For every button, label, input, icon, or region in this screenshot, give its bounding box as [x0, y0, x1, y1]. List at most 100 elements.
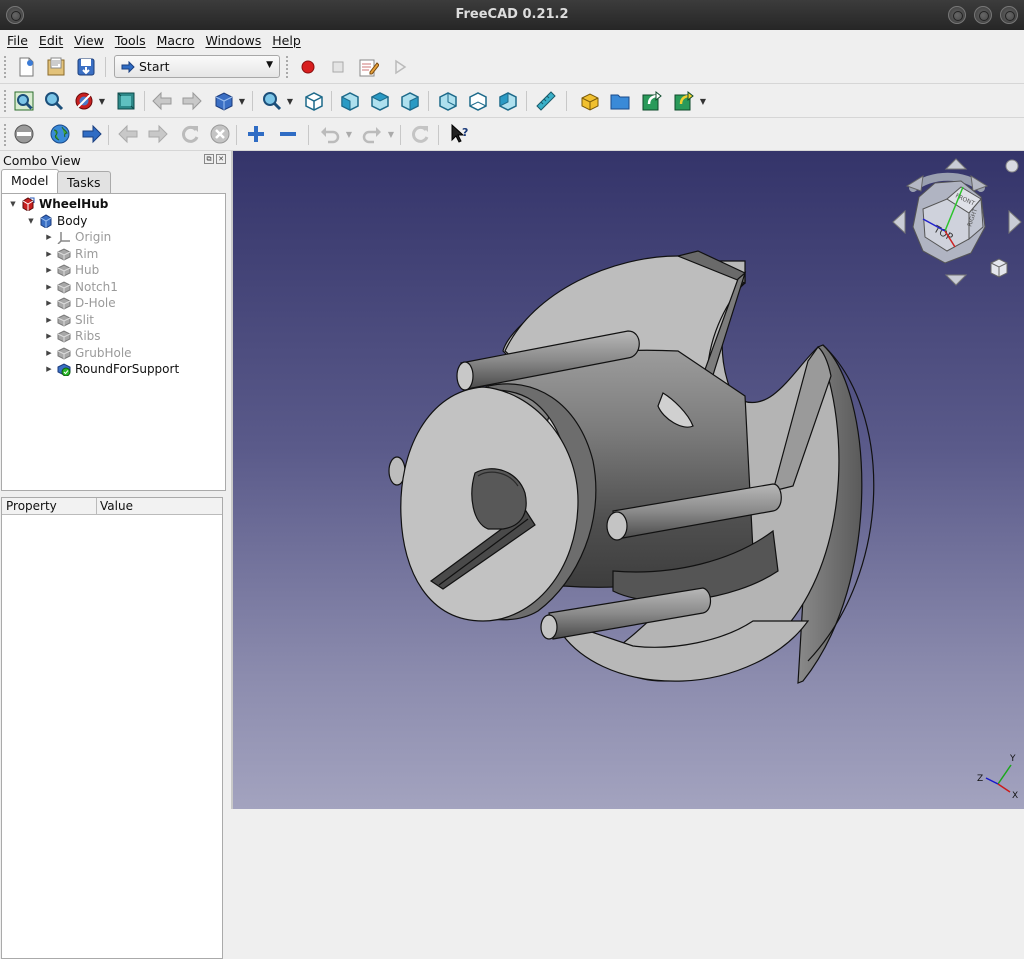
tree-item-notch1[interactable]: ▶ Notch1	[44, 279, 118, 295]
minimize-button[interactable]	[948, 6, 966, 24]
arrow-right-icon[interactable]	[146, 122, 170, 146]
view-left-icon[interactable]	[496, 89, 520, 113]
workbench-selector[interactable]: Start ▼	[114, 55, 280, 78]
create-link-icon[interactable]	[640, 89, 664, 113]
tree-item-roundforsupport[interactable]: ▶ RoundForSupport	[44, 361, 179, 377]
zoom-in-icon[interactable]	[244, 122, 268, 146]
view-front-icon[interactable]	[338, 89, 362, 113]
macro-record-icon[interactable]	[296, 55, 320, 79]
arrow-left-icon[interactable]	[116, 122, 140, 146]
chevron-down-icon[interactable]: ▼	[286, 89, 294, 113]
tab-tasks[interactable]: Tasks	[57, 171, 111, 193]
bounding-box-icon[interactable]	[114, 89, 138, 113]
expand-arrow-icon[interactable]: ▶	[44, 332, 54, 340]
create-part-icon[interactable]	[578, 89, 602, 113]
expand-arrow-icon[interactable]: ▶	[44, 283, 54, 291]
arrow-left-icon[interactable]	[150, 89, 174, 113]
zoom-icon[interactable]	[260, 89, 284, 113]
tree-item-origin[interactable]: ▶ Origin	[44, 229, 111, 245]
expand-arrow-icon[interactable]: ▶	[44, 299, 54, 307]
tree-item-label: Notch1	[75, 279, 118, 294]
create-group-icon[interactable]	[608, 89, 632, 113]
zoom-out-icon[interactable]	[276, 122, 300, 146]
chevron-down-icon[interactable]: ▼	[387, 122, 395, 146]
sync-view-icon[interactable]	[212, 89, 236, 113]
chevron-down-icon[interactable]: ▼	[98, 89, 106, 113]
tree-item-hub[interactable]: ▶ Hub	[44, 262, 99, 278]
tab-model[interactable]: Model	[1, 169, 59, 193]
feature-icon	[57, 247, 71, 261]
expand-arrow-icon[interactable]: ▶	[44, 365, 54, 373]
stop-icon[interactable]	[208, 122, 232, 146]
collapse-arrow-icon[interactable]: ▼	[8, 200, 18, 208]
float-panel-icon[interactable]: ⧉	[204, 154, 214, 164]
view-isometric-icon[interactable]	[302, 89, 326, 113]
tree-item-slit[interactable]: ▶ Slit	[44, 312, 94, 328]
save-document-icon[interactable]	[74, 55, 98, 79]
link-actions-icon[interactable]	[672, 89, 696, 113]
macro-execute-icon[interactable]	[388, 55, 412, 79]
expand-arrow-icon[interactable]: ▶	[44, 233, 54, 241]
menu-tools[interactable]: Tools	[111, 33, 150, 48]
globe-icon[interactable]	[48, 122, 72, 146]
tree-item-rim[interactable]: ▶ Rim	[44, 246, 98, 262]
refresh-icon[interactable]	[178, 122, 202, 146]
measure-distance-icon[interactable]	[534, 89, 558, 113]
fit-selection-icon[interactable]	[42, 89, 66, 113]
close-panel-icon[interactable]: ✕	[216, 154, 226, 164]
menu-windows[interactable]: Windows	[201, 33, 265, 48]
view-bottom-icon[interactable]	[466, 89, 490, 113]
macro-stop-icon[interactable]	[326, 55, 350, 79]
property-column-header[interactable]: Property	[6, 499, 57, 513]
tree-item-grubhole[interactable]: ▶ GrubHole	[44, 345, 132, 361]
toolbar-grip[interactable]	[4, 90, 7, 112]
expand-arrow-icon[interactable]: ▶	[44, 316, 54, 324]
draw-style-icon[interactable]	[72, 89, 96, 113]
navigation-cube[interactable]: TOP FRONT RIGHT	[892, 158, 1022, 286]
fit-all-icon[interactable]	[12, 89, 36, 113]
redo-icon[interactable]	[360, 122, 384, 146]
open-website-icon[interactable]	[80, 122, 104, 146]
open-document-icon[interactable]	[44, 55, 68, 79]
chevron-down-icon[interactable]: ▼	[238, 89, 246, 113]
expand-arrow-icon[interactable]: ▶	[44, 250, 54, 258]
menu-edit[interactable]: Edit	[35, 33, 67, 48]
wheel-hub-model: TOP FRONT RIGHT Y Z X	[388, 158, 1022, 801]
feature-icon	[57, 296, 71, 310]
close-button[interactable]	[1000, 6, 1018, 24]
chevron-down-icon[interactable]: ▼	[345, 122, 353, 146]
menu-view[interactable]: View	[70, 33, 108, 48]
view-top-icon[interactable]	[368, 89, 392, 113]
toolbar-grip[interactable]	[4, 124, 7, 146]
menu-help[interactable]: Help	[268, 33, 305, 48]
undo-icon[interactable]	[318, 122, 342, 146]
expand-arrow-icon[interactable]: ▶	[44, 349, 54, 357]
arrow-right-icon[interactable]	[180, 89, 204, 113]
tree-item-body[interactable]: ▼ Body	[26, 213, 87, 229]
3d-viewport[interactable]: TOP FRONT RIGHT Y Z X	[233, 151, 1024, 809]
menu-file[interactable]: File	[3, 33, 32, 48]
web-toolbar: ▼ ▼ ?	[0, 118, 1024, 151]
tree-item-d-hole[interactable]: ▶ D-Hole	[44, 295, 115, 311]
maximize-button[interactable]	[974, 6, 992, 24]
collapse-arrow-icon[interactable]: ▼	[26, 217, 36, 225]
menu-macro[interactable]: Macro	[153, 33, 199, 48]
tree-item-wheelhub[interactable]: ▼ WheelHub	[8, 196, 108, 212]
macro-edit-icon[interactable]	[356, 55, 380, 79]
recompute-icon[interactable]	[408, 122, 432, 146]
home-page-icon[interactable]	[12, 122, 36, 146]
new-document-icon[interactable]	[14, 55, 38, 79]
tree-item-label: GrubHole	[75, 345, 132, 360]
body-icon	[39, 213, 53, 228]
expand-arrow-icon[interactable]: ▶	[44, 266, 54, 274]
toolbar-grip[interactable]	[4, 56, 7, 78]
svg-text:?: ?	[462, 126, 468, 139]
view-rear-icon[interactable]	[436, 89, 460, 113]
file-toolbar: Start ▼	[0, 50, 1024, 84]
view-right-icon[interactable]	[398, 89, 422, 113]
toolbar-grip[interactable]	[286, 56, 289, 78]
whats-this-icon[interactable]: ?	[448, 122, 472, 146]
tree-item-ribs[interactable]: ▶ Ribs	[44, 328, 100, 344]
value-column-header[interactable]: Value	[100, 499, 133, 513]
chevron-down-icon[interactable]: ▼	[699, 89, 707, 113]
